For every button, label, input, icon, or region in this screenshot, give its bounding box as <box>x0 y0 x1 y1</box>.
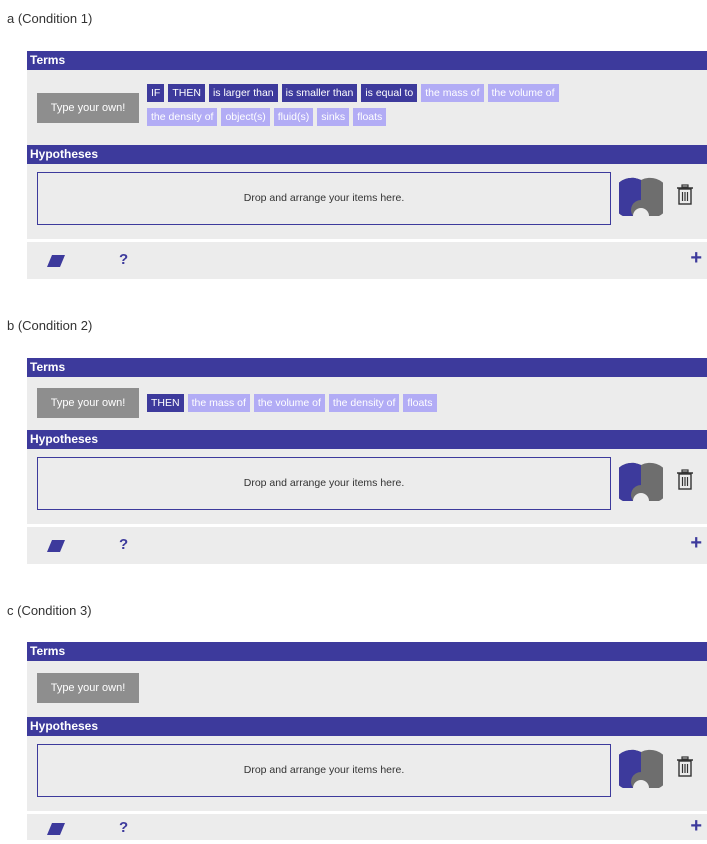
hypothesis-dropzone[interactable]: Drop and arrange your items here. <box>37 457 611 510</box>
trash-icon[interactable] <box>676 184 694 206</box>
help-icon[interactable]: ? <box>119 819 128 836</box>
gauge-icon <box>619 177 663 216</box>
hypothesis-toolbar: ? + <box>27 527 707 564</box>
term-chip-objects[interactable]: object(s) <box>221 108 270 126</box>
terms-header: Terms <box>27 358 707 377</box>
condition-c-panel: Terms Type your own! Hypotheses Drop and… <box>27 642 707 840</box>
chip-row: IF THEN is larger than is smaller than is eq… <box>147 84 563 102</box>
term-chip-the-volume-of[interactable]: the volume of <box>487 84 559 102</box>
chip-row: THEN the mass of the volume of the density … <box>147 394 441 412</box>
trash-icon[interactable] <box>676 469 694 491</box>
condition-a-panel: Terms Type your own! IF THEN is larger tha… <box>27 51 707 279</box>
term-chip-fluids[interactable]: fluid(s) <box>273 108 314 126</box>
type-your-own-button[interactable]: Type your own! <box>37 93 139 123</box>
condition-c-label: c (Condition 3) <box>7 603 92 618</box>
term-chip-if[interactable]: IF <box>147 84 165 102</box>
hypotheses-area: Drop and arrange your items here. <box>27 736 707 811</box>
plus-icon[interactable]: + <box>690 247 702 270</box>
term-chip-the-density-of[interactable]: the density of <box>147 108 218 126</box>
type-your-own-button[interactable]: Type your own! <box>37 673 139 703</box>
plus-icon[interactable]: + <box>690 532 702 555</box>
term-chips: IF THEN is larger than is smaller than is eq… <box>147 84 563 132</box>
terms-header: Terms <box>27 642 707 661</box>
term-chip-sinks[interactable]: sinks <box>317 108 350 126</box>
trash-icon[interactable] <box>676 756 694 778</box>
eraser-icon[interactable] <box>47 823 65 835</box>
term-chip-the-density-of[interactable]: the density of <box>328 394 400 412</box>
term-chip-the-mass-of[interactable]: the mass of <box>187 394 250 412</box>
plus-icon[interactable]: + <box>690 815 702 838</box>
hypotheses-area: Drop and arrange your items here. <box>27 164 707 239</box>
term-chip-floats[interactable]: floats <box>353 108 387 126</box>
eraser-icon[interactable] <box>47 255 65 267</box>
hypothesis-toolbar: ? + <box>27 814 707 840</box>
hypothesis-dropzone[interactable]: Drop and arrange your items here. <box>37 172 611 225</box>
hypothesis-toolbar: ? + <box>27 242 707 279</box>
term-chips: THEN the mass of the volume of the density … <box>147 394 441 418</box>
term-chip-then[interactable]: THEN <box>147 394 184 412</box>
gauge-icon <box>619 462 663 501</box>
terms-area: Type your own! <box>27 661 707 717</box>
help-icon[interactable]: ? <box>119 251 128 268</box>
term-chip-is-equal-to[interactable]: is equal to <box>361 84 418 102</box>
terms-header: Terms <box>27 51 707 70</box>
type-your-own-button[interactable]: Type your own! <box>37 388 139 418</box>
hypotheses-header: Hypotheses <box>27 717 707 736</box>
term-chip-the-mass-of[interactable]: the mass of <box>421 84 484 102</box>
term-chip-then[interactable]: THEN <box>168 84 205 102</box>
chip-row: the density of object(s) fluid(s) sinks floa… <box>147 108 563 126</box>
condition-b-label: b (Condition 2) <box>7 318 93 333</box>
help-icon[interactable]: ? <box>119 536 128 553</box>
gauge-icon <box>619 749 663 788</box>
hypotheses-area: Drop and arrange your items here. <box>27 449 707 524</box>
condition-a-label: a (Condition 1) <box>7 11 93 26</box>
hypotheses-header: Hypotheses <box>27 430 707 449</box>
terms-area: Type your own! IF THEN is larger than is sm… <box>27 70 707 145</box>
term-chip-floats[interactable]: floats <box>403 394 437 412</box>
eraser-icon[interactable] <box>47 540 65 552</box>
term-chip-the-volume-of[interactable]: the volume of <box>253 394 325 412</box>
hypothesis-dropzone[interactable]: Drop and arrange your items here. <box>37 744 611 797</box>
condition-b-panel: Terms Type your own! THEN the mass of the … <box>27 358 707 564</box>
term-chip-is-smaller-than[interactable]: is smaller than <box>281 84 358 102</box>
terms-area: Type your own! THEN the mass of the volume… <box>27 377 707 430</box>
term-chip-is-larger-than[interactable]: is larger than <box>208 84 278 102</box>
hypotheses-header: Hypotheses <box>27 145 707 164</box>
